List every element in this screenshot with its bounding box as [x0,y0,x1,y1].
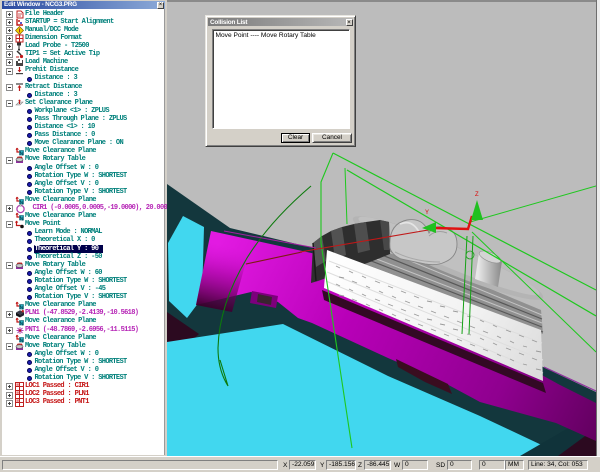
svg-text:Y: Y [425,210,429,216]
svg-text:Z: Z [475,192,479,198]
